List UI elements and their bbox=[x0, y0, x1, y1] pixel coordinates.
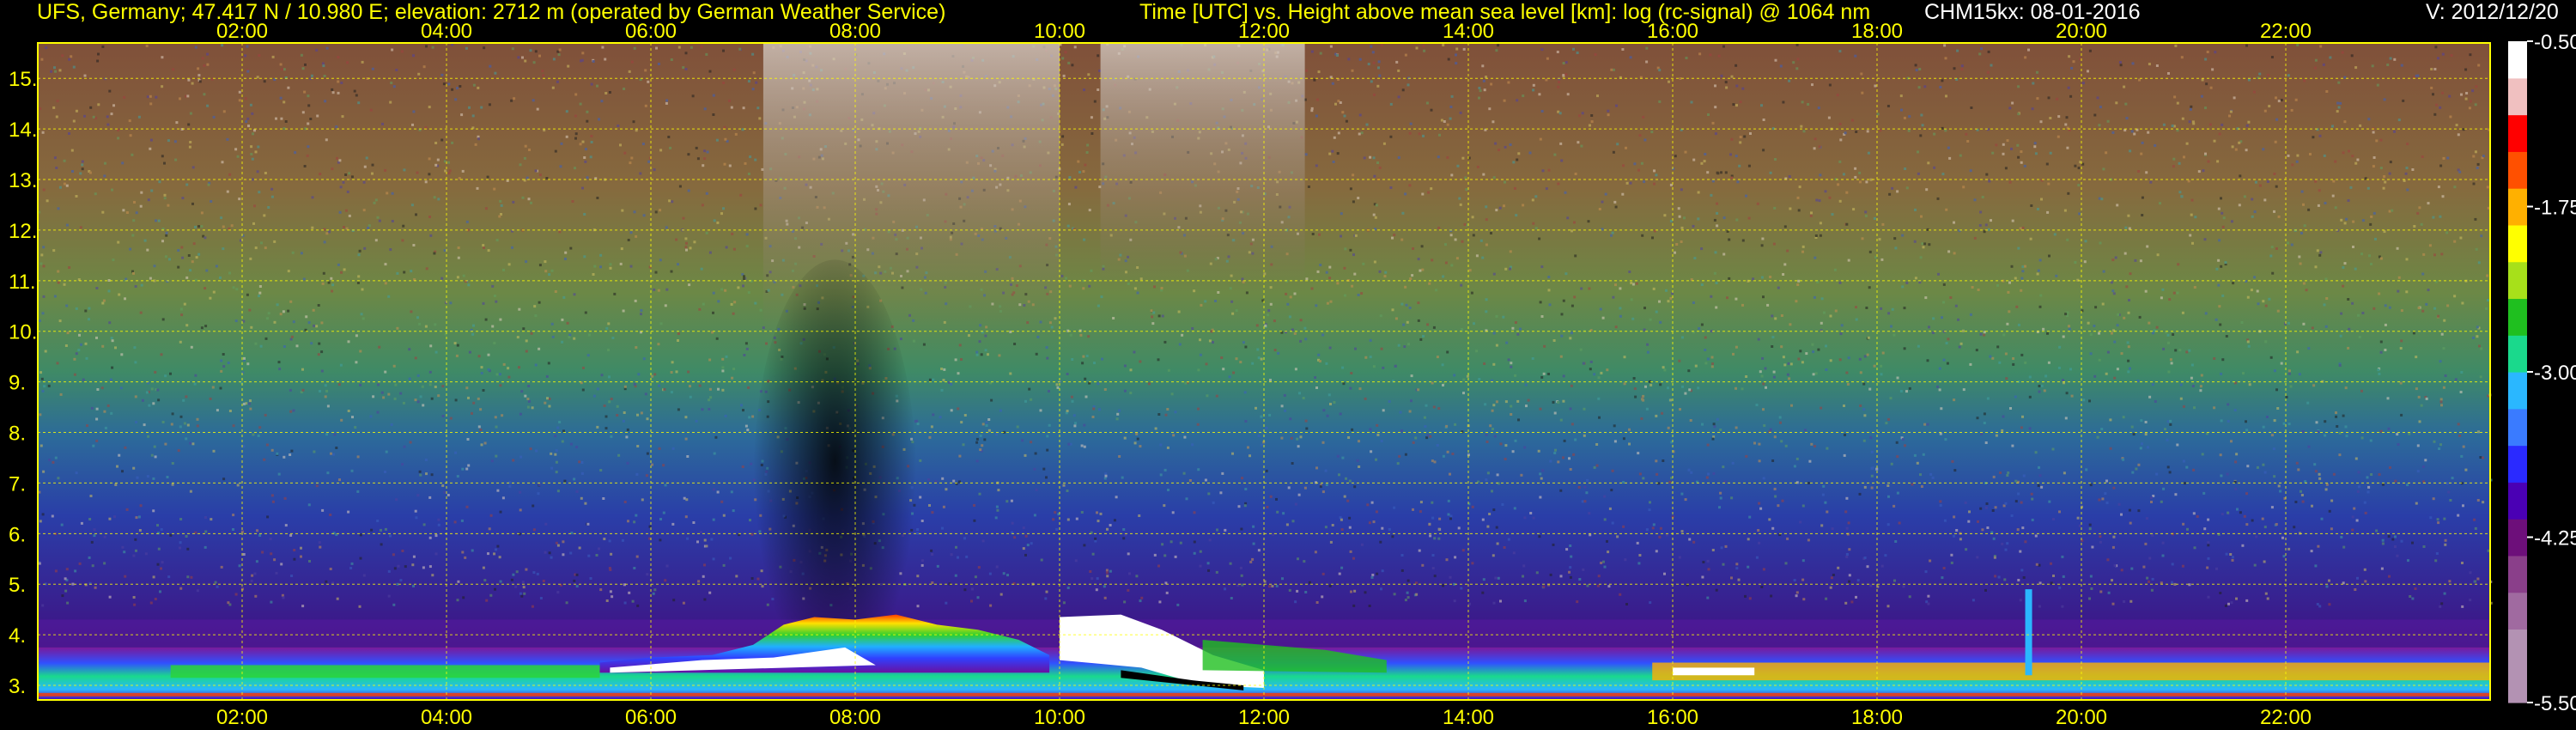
colorbar-segment bbox=[2508, 629, 2527, 666]
colorbar-label--1.75: -1.75 bbox=[2534, 197, 2576, 220]
colorbar-segment bbox=[2508, 519, 2527, 557]
y-tick-10.: 10. bbox=[9, 321, 37, 344]
colorbar-segment bbox=[2508, 77, 2527, 116]
low-aerosol-band bbox=[170, 665, 600, 678]
lidar-chart: 02:00 02:00 04:00 04:00 06:00 06:00 08:00 08:00… bbox=[9, 20, 2576, 729]
x-tick-top-22:00: 22:00 bbox=[2260, 20, 2312, 43]
x-tick-bottom-14:00: 14:00 bbox=[1443, 706, 1494, 729]
colorbar-label--5.50: -5.50 bbox=[2534, 692, 2576, 715]
colorbar-segment bbox=[2508, 482, 2527, 520]
heatmap-plot bbox=[38, 43, 2493, 707]
colorbar-segment bbox=[2508, 298, 2527, 336]
y-tick-6.: 6. bbox=[9, 523, 26, 546]
y-tick-12.: 12. bbox=[9, 220, 37, 243]
x-tick-top-12:00: 12:00 bbox=[1238, 20, 1290, 43]
x-tick-bottom-12:00: 12:00 bbox=[1238, 706, 1290, 729]
colorbar-segment bbox=[2508, 188, 2527, 226]
y-tick-15.: 15. bbox=[9, 68, 37, 91]
x-tick-top-02:00: 02:00 bbox=[216, 20, 268, 43]
x-tick-bottom-06:00: 06:00 bbox=[625, 706, 677, 729]
colorbar: -0.50 -1.75 -3.00 -4.25 -5.50 bbox=[2508, 31, 2576, 715]
y-tick-11.: 11. bbox=[9, 271, 36, 294]
x-tick-top-18:00: 18:00 bbox=[1851, 20, 1903, 43]
y-tick-9.: 9. bbox=[9, 372, 26, 395]
noise-column-midday bbox=[1100, 43, 1305, 293]
x-tick-bottom-02:00: 02:00 bbox=[216, 706, 268, 729]
y-tick-13.: 13. bbox=[9, 169, 37, 192]
x-tick-top-20:00: 20:00 bbox=[2056, 20, 2107, 43]
y-tick-3.: 3. bbox=[9, 675, 26, 698]
x-tick-top-04:00: 04:00 bbox=[421, 20, 472, 43]
y-tick-5.: 5. bbox=[9, 574, 26, 597]
x-tick-bottom-04:00: 04:00 bbox=[421, 706, 472, 729]
x-tick-top-06:00: 06:00 bbox=[625, 20, 677, 43]
colorbar-segment bbox=[2508, 408, 2527, 447]
colorbar-segment bbox=[2508, 555, 2527, 593]
x-tick-bottom-16:00: 16:00 bbox=[1647, 706, 1698, 729]
colorbar-segment bbox=[2508, 592, 2527, 630]
colorbar-segment bbox=[2508, 666, 2527, 703]
colorbar-segment bbox=[2508, 445, 2527, 483]
evening-aerosol-band bbox=[1652, 662, 2490, 681]
colorbar-label--4.25: -4.25 bbox=[2534, 527, 2576, 551]
x-tick-top-10:00: 10:00 bbox=[1034, 20, 1085, 43]
x-tick-bottom-20:00: 20:00 bbox=[2056, 706, 2107, 729]
x-tick-top-16:00: 16:00 bbox=[1647, 20, 1698, 43]
x-tick-bottom-18:00: 18:00 bbox=[1851, 706, 1903, 729]
colorbar-segment bbox=[2508, 41, 2527, 79]
plume-spike bbox=[2025, 589, 2032, 676]
x-tick-bottom-10:00: 10:00 bbox=[1034, 706, 1085, 729]
colorbar-label--0.50: -0.50 bbox=[2534, 31, 2576, 54]
colorbar-label--3.00: -3.00 bbox=[2534, 362, 2576, 385]
x-tick-top-08:00: 08:00 bbox=[829, 20, 881, 43]
colorbar-segment bbox=[2508, 224, 2527, 263]
y-tick-7.: 7. bbox=[9, 472, 26, 496]
x-tick-bottom-08:00: 08:00 bbox=[829, 706, 881, 729]
y-tick-4.: 4. bbox=[9, 624, 26, 648]
colorbar-segment bbox=[2508, 114, 2527, 152]
colorbar-segment bbox=[2508, 151, 2527, 189]
x-tick-bottom-22:00: 22:00 bbox=[2260, 706, 2312, 729]
y-tick-8.: 8. bbox=[9, 423, 26, 446]
colorbar-segment bbox=[2508, 372, 2527, 410]
y-tick-14.: 14. bbox=[9, 119, 37, 142]
colorbar-segment bbox=[2508, 261, 2527, 300]
colorbar-segment bbox=[2508, 335, 2527, 373]
evening-core bbox=[1673, 667, 1755, 676]
x-tick-top-14:00: 14:00 bbox=[1443, 20, 1494, 43]
